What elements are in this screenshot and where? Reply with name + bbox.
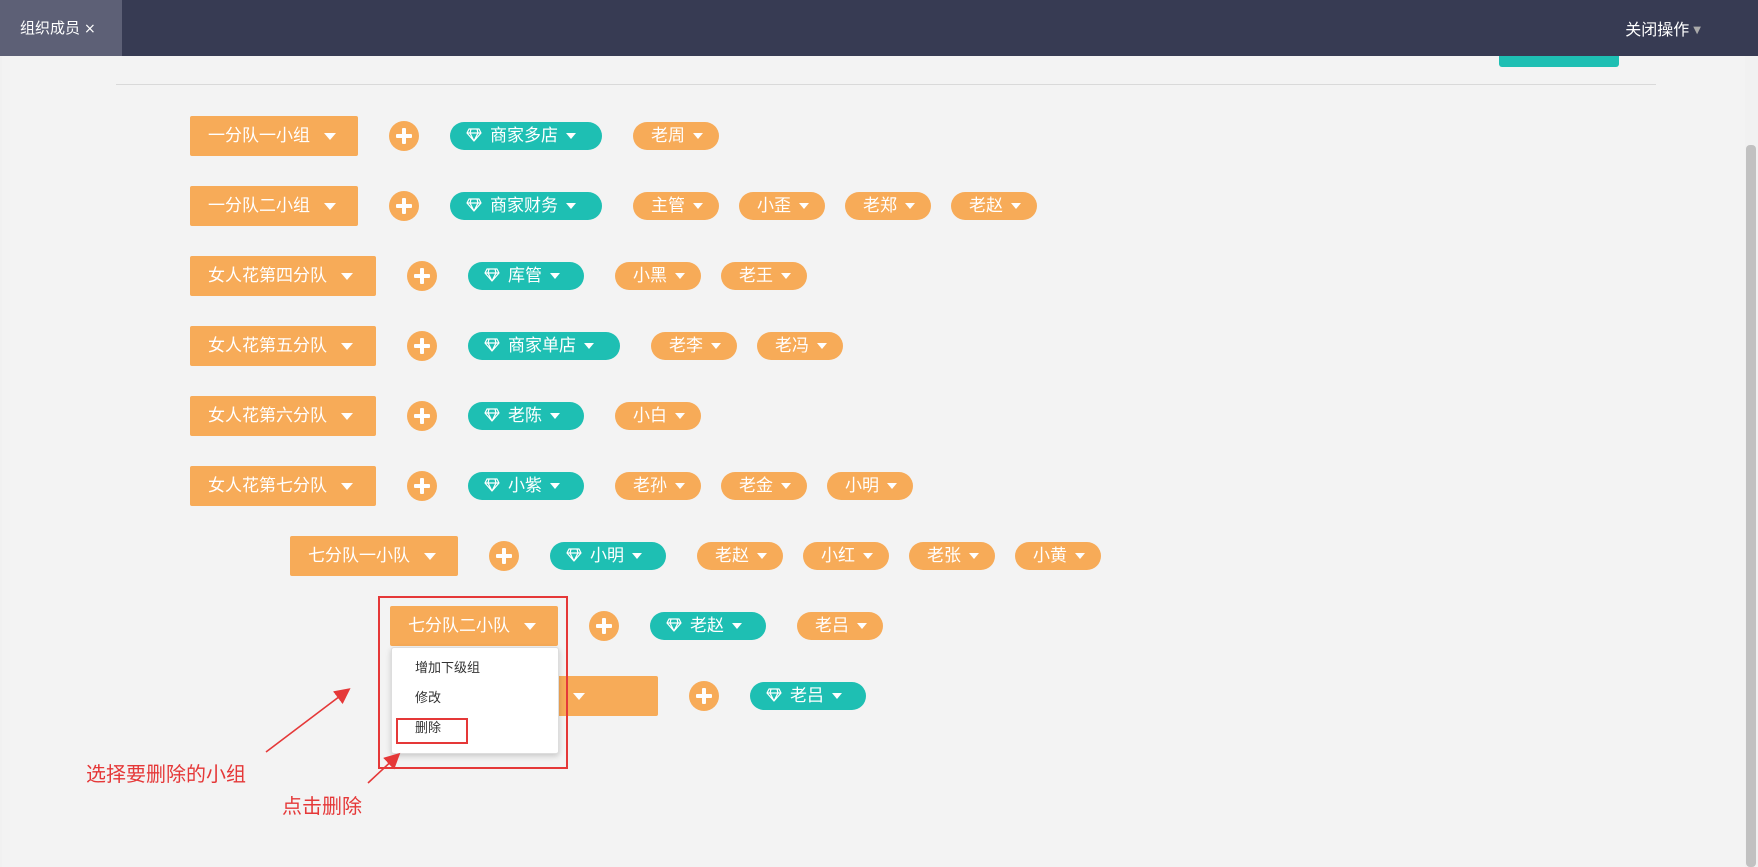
annotation-click-delete: 点击删除 xyxy=(282,794,362,818)
annotation-arrows xyxy=(265,688,401,784)
annotation-select-group: 选择要删除的小组 xyxy=(86,762,246,786)
